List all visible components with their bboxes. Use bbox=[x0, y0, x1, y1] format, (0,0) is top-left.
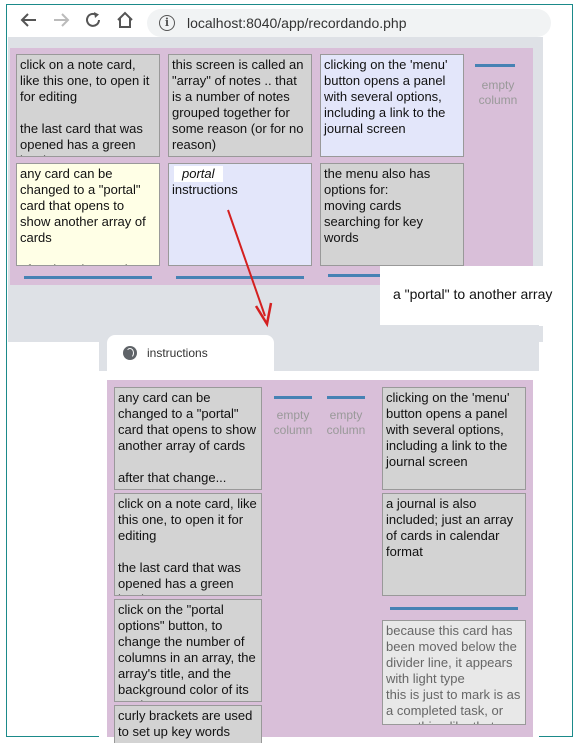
journal-card[interactable]: a journal is also included; just an arra… bbox=[382, 493, 526, 596]
instructions-array: any card can be changed to a "portal" ca… bbox=[107, 380, 533, 743]
card-text: moving cards bbox=[324, 198, 402, 213]
reload-icon bbox=[86, 12, 100, 27]
column-divider bbox=[475, 64, 515, 67]
note-card[interactable]: click on the "portal options" button, to… bbox=[114, 599, 262, 702]
tab-title: instructions bbox=[147, 346, 208, 360]
tab-instructions[interactable]: instructions bbox=[107, 335, 274, 371]
card-text: the last card that was opened has a gree… bbox=[118, 560, 241, 595]
tab-strip: instructions bbox=[99, 325, 539, 371]
browser-toolbar: i localhost:8040/app/recordando.php bbox=[7, 5, 572, 39]
card-text bbox=[20, 105, 156, 121]
portal-card[interactable]: any card can be changed to a "portal" ca… bbox=[16, 163, 160, 266]
address-bar[interactable]: i localhost:8040/app/recordando.php bbox=[147, 9, 551, 37]
home-icon bbox=[117, 11, 133, 28]
column-divider bbox=[390, 607, 518, 610]
portal-card-instructions[interactable]: portal instructions bbox=[168, 163, 312, 266]
column-divider bbox=[274, 396, 312, 399]
card-text: click on the "portal options" button, to… bbox=[118, 602, 256, 701]
forward-button[interactable] bbox=[49, 10, 73, 34]
portal-title: instructions bbox=[172, 182, 238, 197]
portal-label: portal bbox=[174, 166, 223, 182]
empty-column: empty column bbox=[273, 408, 313, 437]
card-text: the last card that was opened has a gree… bbox=[20, 121, 143, 156]
info-icon[interactable]: i bbox=[159, 15, 175, 31]
card-text: click on a note card, like this one, to … bbox=[20, 57, 150, 104]
reload-button[interactable] bbox=[81, 10, 105, 34]
globe-icon bbox=[123, 346, 137, 360]
card-text bbox=[118, 454, 258, 470]
card-text: after that change the card... bbox=[20, 262, 156, 265]
card-text: any card can be changed to a "portal" ca… bbox=[118, 390, 257, 453]
empty-column: empty column bbox=[326, 408, 366, 437]
note-card[interactable]: clicking on the 'menu' button opens a pa… bbox=[320, 54, 464, 157]
card-text: the menu also has options for: bbox=[324, 166, 431, 197]
note-card[interactable]: this screen is called an "array" of note… bbox=[168, 54, 312, 157]
card-text: this screen is called an "array" of note… bbox=[172, 57, 304, 152]
empty-column: empty column bbox=[478, 78, 518, 107]
card-text: this is just to mark is as a completed t… bbox=[386, 687, 521, 724]
column-divider bbox=[328, 274, 388, 277]
column-divider bbox=[24, 276, 152, 279]
arrow-right-icon bbox=[54, 13, 70, 27]
card-text: clicking on the 'menu' button opens a pa… bbox=[386, 390, 510, 469]
card-text: any card can be changed to a "portal" ca… bbox=[20, 166, 146, 245]
column-divider bbox=[176, 276, 304, 279]
card-text: searching for key words bbox=[324, 214, 423, 245]
card-text bbox=[20, 246, 156, 262]
note-card[interactable]: curly brackets are used to set up key wo… bbox=[114, 705, 262, 743]
column-divider bbox=[327, 396, 365, 399]
card-text: curly brackets are used to set up key wo… bbox=[118, 708, 253, 739]
note-card[interactable]: clicking on the 'menu' button opens a pa… bbox=[382, 387, 526, 490]
card-text: click on a note card, like this one, to … bbox=[118, 496, 257, 543]
home-button[interactable] bbox=[113, 10, 137, 34]
annotation-callout: a "portal" to another array bbox=[380, 266, 567, 326]
back-button[interactable] bbox=[17, 10, 41, 34]
arrow-left-icon bbox=[20, 13, 36, 27]
note-card[interactable]: the menu also has options for: moving car… bbox=[320, 163, 464, 266]
portal-card[interactable]: any card can be changed to a "portal" ca… bbox=[114, 387, 262, 490]
card-text: a journal is also included; just an arra… bbox=[386, 496, 514, 559]
callout-text: a "portal" to another array bbox=[393, 286, 553, 302]
card-text: clicking on the 'menu' button opens a pa… bbox=[324, 57, 448, 136]
note-card[interactable]: click on a note card, like this one, to … bbox=[16, 54, 160, 157]
card-text bbox=[118, 544, 258, 560]
card-text: because this card has been moved below t… bbox=[386, 623, 517, 686]
card-text: after that change... bbox=[118, 470, 227, 485]
note-card[interactable]: click on a note card, like this one, to … bbox=[114, 493, 262, 596]
notes-array: click on a note card, like this one, to … bbox=[10, 48, 533, 285]
url-text[interactable]: localhost:8040/app/recordando.php bbox=[187, 15, 407, 31]
completed-card[interactable]: because this card has been moved below t… bbox=[382, 620, 526, 725]
